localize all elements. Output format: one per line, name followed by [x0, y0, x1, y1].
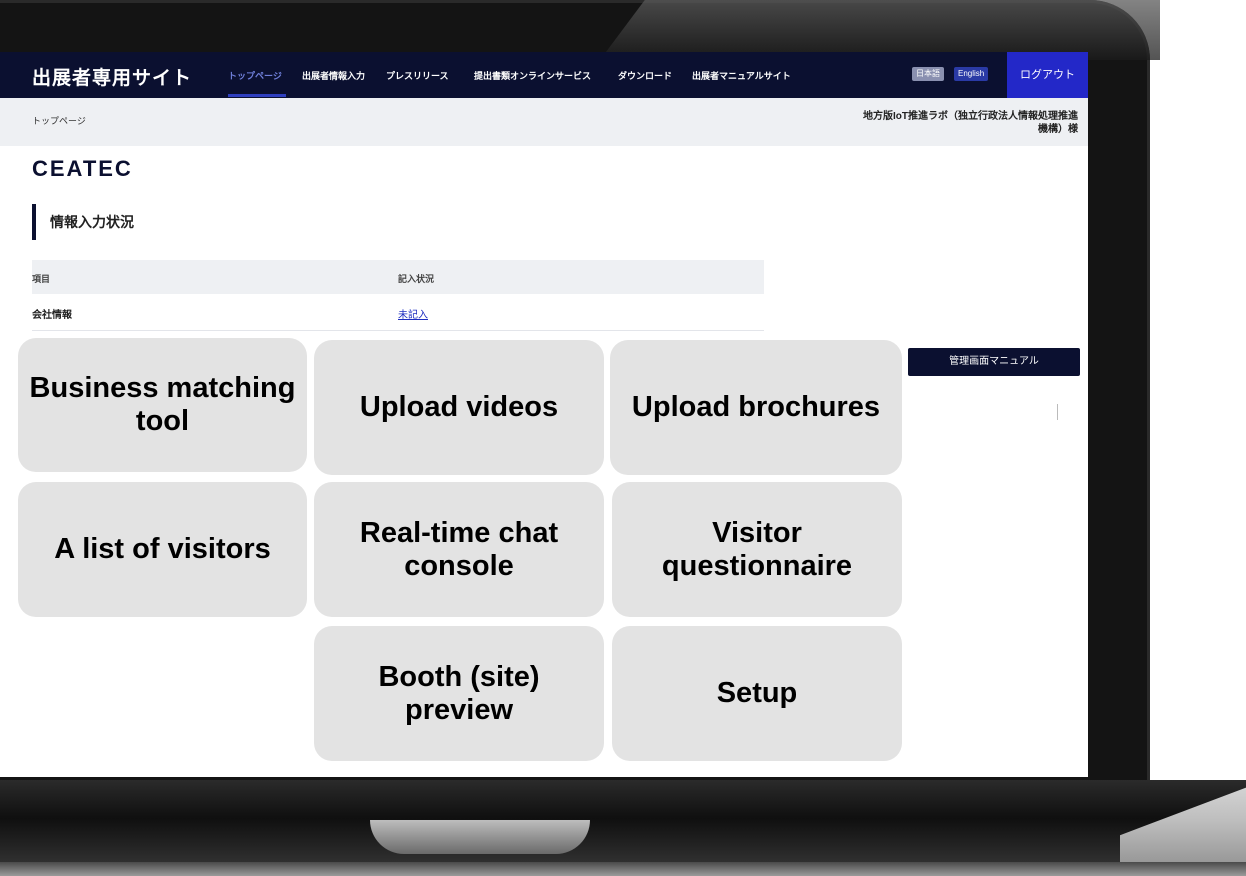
tile-realtime-chat-console[interactable]: Real-time chat console — [314, 482, 604, 617]
language-english-button[interactable]: English — [954, 67, 989, 81]
breadcrumb[interactable]: トップページ — [32, 114, 86, 127]
laptop-base-front — [0, 862, 1246, 876]
tile-booth-preview[interactable]: Booth (site) preview — [314, 626, 604, 761]
nav-exhibitor-manual-site[interactable]: 出展者マニュアルサイト — [692, 69, 791, 82]
top-navigation-bar: 出展者専用サイト トップページ 出展者情報入力 プレスリリース 提出書類オンライ… — [0, 52, 1088, 98]
tile-visitor-list[interactable]: A list of visitors — [18, 482, 307, 617]
column-header-item: 項目 — [32, 274, 51, 284]
status-table-header: 項目 記入状況 — [32, 260, 764, 294]
column-header-status: 記入状況 — [398, 274, 435, 284]
tile-visitor-questionnaire[interactable]: Visitor questionnaire — [612, 482, 902, 617]
active-nav-indicator — [228, 94, 286, 97]
tile-business-matching-tool[interactable]: Business matching tool — [18, 338, 307, 472]
divider — [1057, 404, 1058, 420]
admin-manual-button[interactable]: 管理画面マニュアル — [908, 348, 1080, 376]
tile-setup[interactable]: Setup — [612, 626, 902, 761]
logout-button[interactable]: ログアウト — [1007, 52, 1088, 98]
tile-upload-videos[interactable]: Upload videos — [314, 340, 604, 475]
section-title: 情報入力状況 — [32, 204, 134, 240]
table-row: 会社情報 未記入 — [32, 294, 764, 331]
language-japanese-button[interactable]: 日本語 — [912, 67, 944, 81]
laptop-hinge — [370, 820, 590, 854]
laptop-bezel-shine — [600, 0, 1160, 60]
nav-document-submission[interactable]: 提出書類オンラインサービス — [474, 69, 591, 82]
nav-exhibitor-info[interactable]: 出展者情報入力 — [302, 69, 365, 82]
site-title: 出展者専用サイト — [32, 68, 193, 89]
row-status-link[interactable]: 未記入 — [398, 306, 428, 321]
ceatec-logo: CEATEC — [32, 156, 133, 181]
nav-download[interactable]: ダウンロード — [618, 69, 672, 82]
breadcrumb-bar: トップページ 地方版IoT推進ラボ（独立行政法人情報処理推進機構）様 — [0, 98, 1088, 146]
organization-name: 地方版IoT推進ラボ（独立行政法人情報処理推進機構）様 — [863, 111, 1078, 135]
nav-press-release[interactable]: プレスリリース — [386, 69, 449, 82]
nav-top-page[interactable]: トップページ — [228, 69, 282, 82]
tile-upload-brochures[interactable]: Upload brochures — [610, 340, 902, 475]
row-item-label: 会社情報 — [32, 310, 72, 321]
